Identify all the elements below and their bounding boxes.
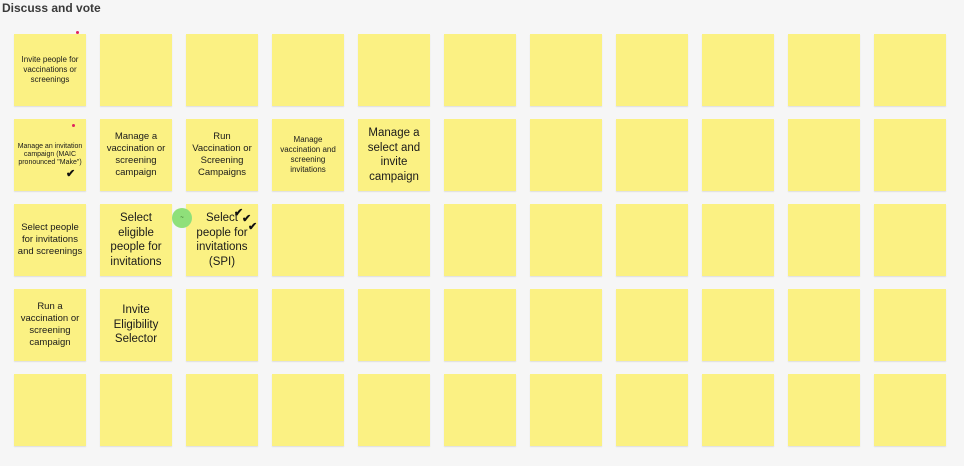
sticky-note[interactable]: Manage a vaccination or screening campai…	[100, 119, 172, 191]
sticky-note[interactable]	[100, 34, 172, 106]
sticky-note[interactable]	[616, 119, 688, 191]
sticky-note[interactable]	[874, 289, 946, 361]
sticky-note[interactable]	[272, 289, 344, 361]
sticky-note-text: Manage a select and invite campaign	[367, 127, 421, 183]
vote-check-icon: ✔	[248, 221, 258, 233]
collaborator-cursor-badge: ~	[172, 208, 192, 228]
sticky-note[interactable]: Manage vaccination and screening invitat…	[272, 119, 344, 191]
sticky-note-text: Select eligible people for invitations	[110, 212, 162, 268]
sticky-note[interactable]	[616, 374, 688, 446]
sticky-note[interactable]	[788, 34, 860, 106]
sticky-note[interactable]	[530, 374, 602, 446]
sticky-note[interactable]	[358, 374, 430, 446]
sticky-note[interactable]	[100, 374, 172, 446]
vote-dot-icon	[72, 124, 75, 127]
sticky-note-text: Manage vaccination and screening invitat…	[280, 135, 336, 174]
sticky-note[interactable]	[530, 204, 602, 276]
sticky-note-grid: Invite people for vaccinations or screen…	[14, 31, 946, 446]
sticky-note[interactable]	[874, 119, 946, 191]
sticky-note[interactable]	[702, 289, 774, 361]
vote-check-icon: ✔	[66, 168, 76, 180]
sticky-note[interactable]	[788, 204, 860, 276]
sticky-note[interactable]	[874, 374, 946, 446]
sticky-note-text: Select people for invitations and screen…	[17, 222, 83, 257]
sticky-note[interactable]	[874, 34, 946, 106]
sticky-note-text: Manage an invitation campaign (MAIC pron…	[17, 143, 83, 166]
sticky-note[interactable]	[272, 34, 344, 106]
sticky-note[interactable]	[702, 204, 774, 276]
sticky-note[interactable]: Manage an invitation campaign (MAIC pron…	[14, 119, 86, 191]
sticky-note[interactable]: Select people for invitations (SPI) ✔ ✔ …	[186, 204, 258, 276]
sticky-note-text: Manage a vaccination or screening campai…	[106, 131, 166, 178]
sticky-note[interactable]	[444, 289, 516, 361]
sticky-note[interactable]	[788, 374, 860, 446]
sticky-note[interactable]: Manage a select and invite campaign	[358, 119, 430, 191]
sticky-note-text: Run Vaccination or Screening Campaigns	[192, 131, 252, 178]
sticky-note[interactable]: Run a vaccination or screening campaign	[14, 289, 86, 361]
sticky-note[interactable]	[702, 119, 774, 191]
sticky-note[interactable]: Invite Eligibility Selector	[100, 289, 172, 361]
sticky-note[interactable]	[702, 374, 774, 446]
sticky-note[interactable]	[530, 289, 602, 361]
sticky-note[interactable]	[874, 204, 946, 276]
sticky-note[interactable]	[788, 289, 860, 361]
sticky-note[interactable]	[530, 34, 602, 106]
sticky-note[interactable]	[186, 374, 258, 446]
sticky-note[interactable]: Select eligible people for invitations	[100, 204, 172, 276]
sticky-note[interactable]	[702, 34, 774, 106]
sticky-note[interactable]: Run Vaccination or Screening Campaigns	[186, 119, 258, 191]
sticky-note[interactable]: Select people for invitations and screen…	[14, 204, 86, 276]
sticky-note[interactable]	[616, 289, 688, 361]
sticky-note[interactable]	[272, 374, 344, 446]
sticky-note[interactable]	[444, 374, 516, 446]
sticky-note[interactable]	[358, 204, 430, 276]
sticky-note[interactable]	[272, 204, 344, 276]
sticky-note[interactable]	[14, 374, 86, 446]
sticky-note[interactable]	[788, 119, 860, 191]
sticky-note[interactable]	[530, 119, 602, 191]
sticky-note[interactable]	[358, 34, 430, 106]
board-title: Discuss and vote	[2, 1, 101, 15]
sticky-note[interactable]	[444, 204, 516, 276]
sticky-note[interactable]	[186, 289, 258, 361]
sticky-note-text: Run a vaccination or screening campaign	[20, 301, 80, 348]
sticky-note[interactable]	[616, 34, 688, 106]
sticky-note-text: Invite people for vaccinations or screen…	[21, 55, 79, 84]
vote-dot-icon	[76, 31, 79, 34]
sticky-note-text: Invite Eligibility Selector	[113, 304, 159, 346]
sticky-note[interactable]	[186, 34, 258, 106]
sticky-note[interactable]: Invite people for vaccinations or screen…	[14, 31, 86, 106]
sticky-note[interactable]	[444, 119, 516, 191]
sticky-note[interactable]	[358, 289, 430, 361]
sticky-note[interactable]	[444, 34, 516, 106]
sticky-note[interactable]	[616, 204, 688, 276]
